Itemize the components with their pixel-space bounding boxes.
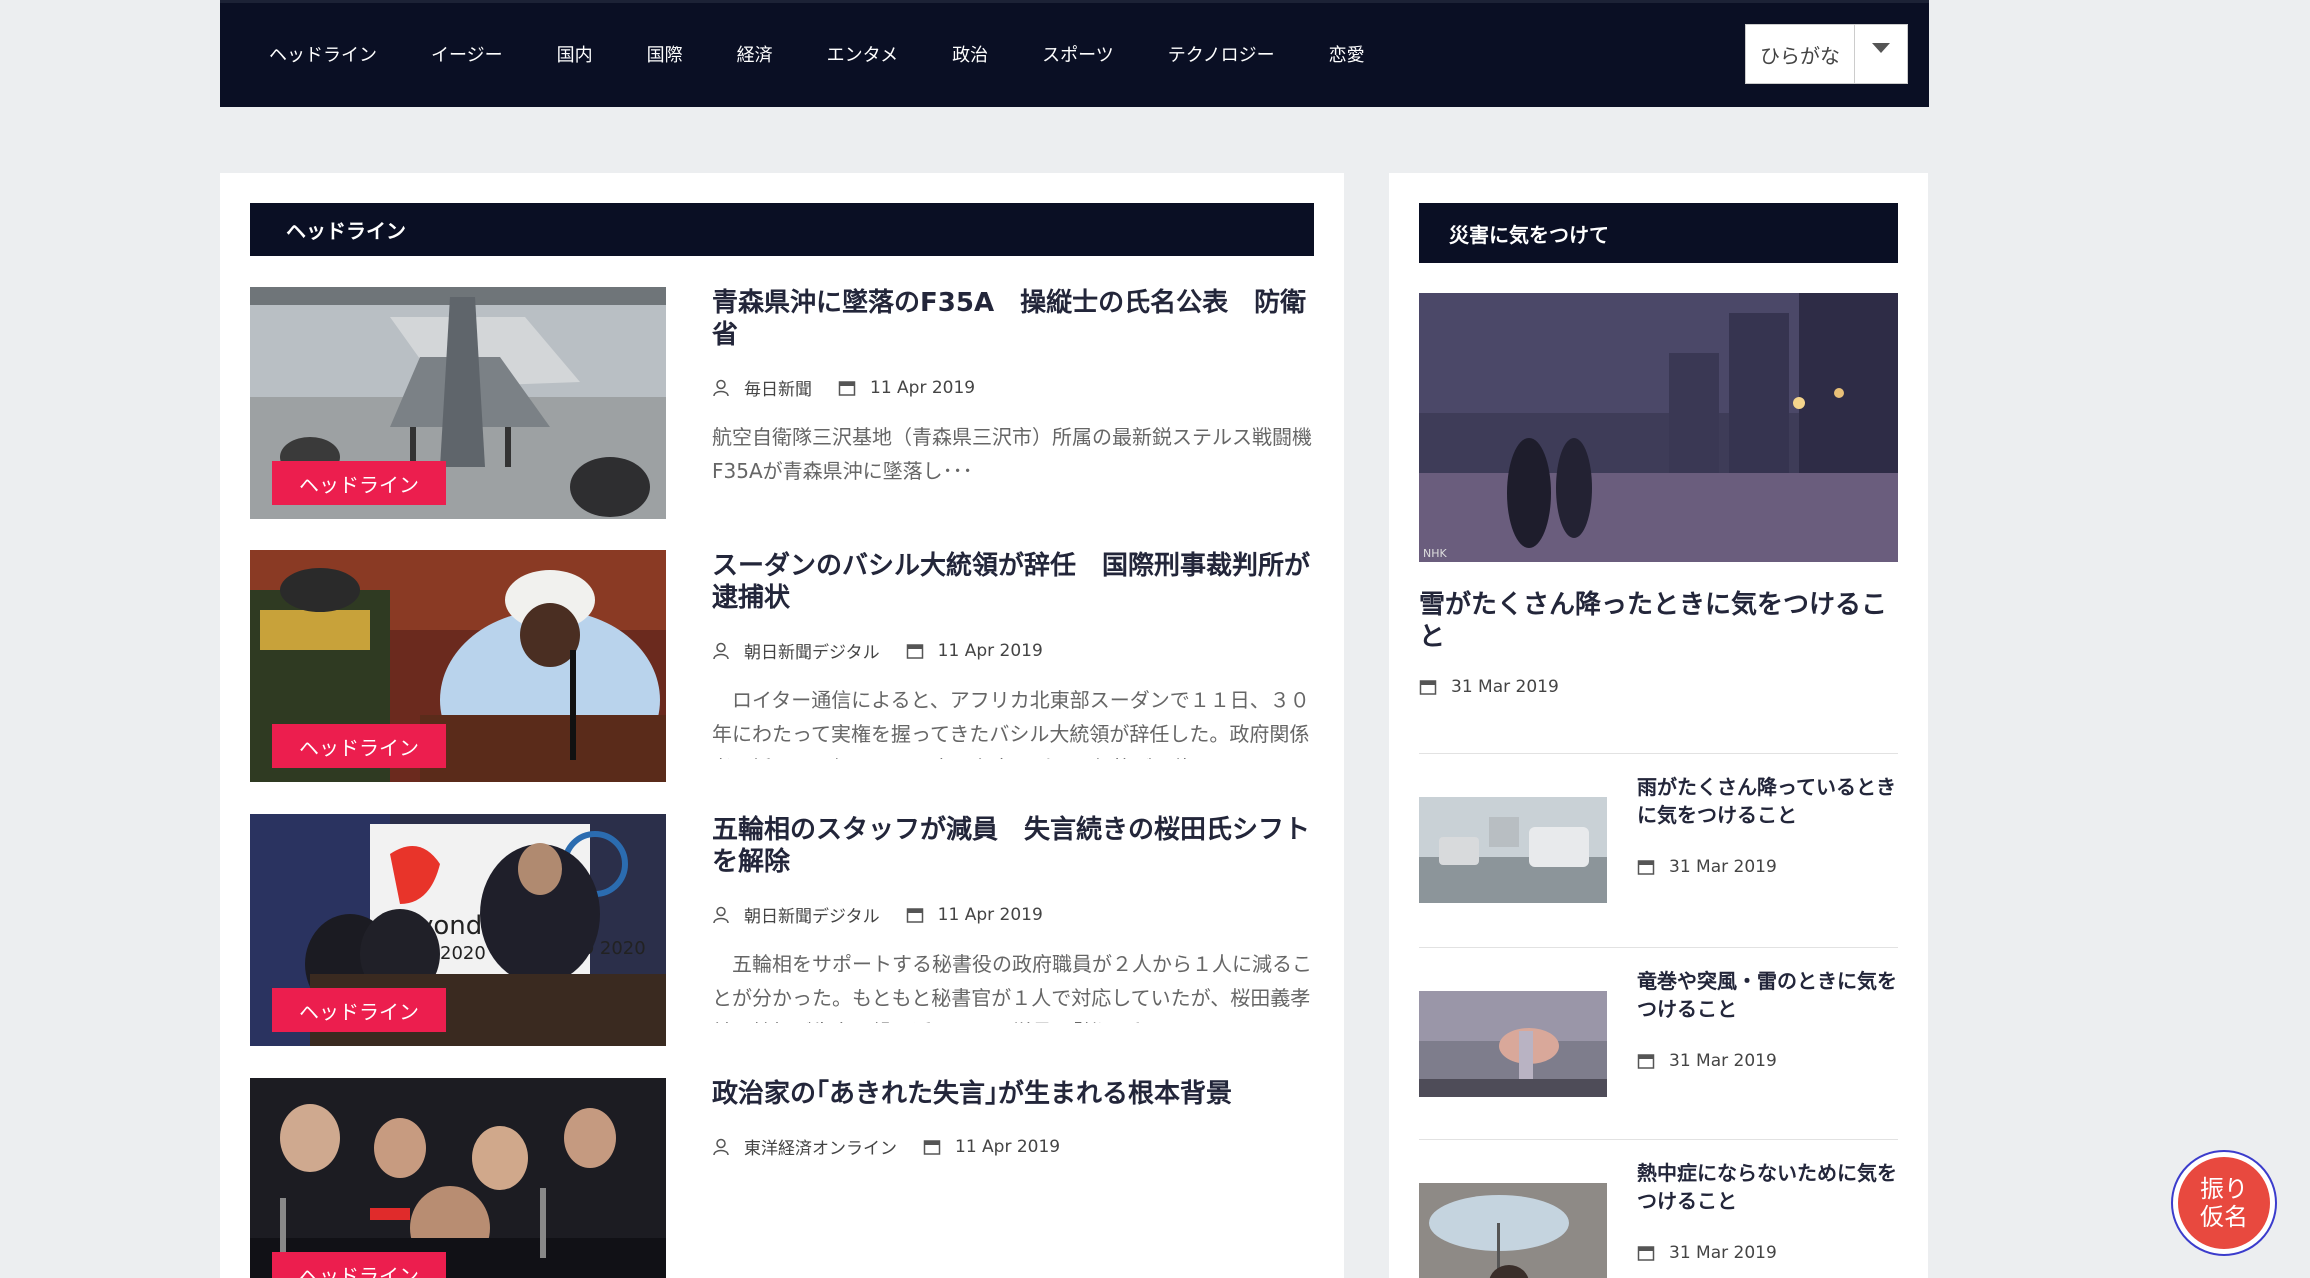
sidebar-item-date: 31 Mar 2019 bbox=[1669, 1051, 1777, 1071]
user-icon bbox=[713, 642, 729, 659]
sidebar-item-date: 31 Mar 2019 bbox=[1669, 1243, 1777, 1263]
featured-image[interactable]: NHK bbox=[1419, 293, 1898, 562]
category-nav: ヘッドライン イージー 国内 国際 経済 エンタメ 政治 スポーツ テクノロジー… bbox=[220, 0, 1419, 107]
article-title[interactable]: スーダンのバシル大統領が辞任 国際刑事裁判所が逮捕状 bbox=[712, 550, 1314, 614]
article-body: 政治家の｢あきれた失言｣が生まれる根本背景 東洋経済オンライン 11 Apr 2… bbox=[712, 1078, 1314, 1278]
furigana-label: 振り 仮名 bbox=[2178, 1157, 2270, 1249]
sidebar-item-meta: 31 Mar 2019 bbox=[1637, 1243, 1777, 1263]
script-select[interactable]: ひらがな bbox=[1745, 24, 1908, 84]
featured-watermark: NHK bbox=[1423, 547, 1448, 560]
sidebar-list-item: 雨がたくさん降っているときに気をつけること 31 Mar 2019 bbox=[1419, 753, 1898, 903]
nav-item-economy[interactable]: 経済 bbox=[737, 41, 773, 67]
nav-item-politics[interactable]: 政治 bbox=[952, 41, 988, 67]
article-body: 五輪相のスタッフが減員 失言続きの桜田氏シフトを解除 朝日新聞デジタル 11 A… bbox=[712, 814, 1314, 1046]
article-source: 朝日新聞デジタル bbox=[744, 643, 880, 663]
article-source: 東洋経済オンライン bbox=[744, 1139, 897, 1159]
divider bbox=[1419, 753, 1898, 754]
article-meta: 毎日新聞 11 Apr 2019 bbox=[712, 375, 1314, 400]
calendar-icon bbox=[1419, 680, 1437, 695]
featured-title[interactable]: 雪がたくさん降ったときに気をつけること bbox=[1419, 589, 1898, 653]
article-body: 青森県沖に墜落のF35A 操縦士の氏名公表 防衛省 毎日新聞 11 Apr 20… bbox=[712, 287, 1314, 519]
calendar-icon bbox=[1637, 860, 1655, 875]
user-icon bbox=[713, 379, 729, 396]
headline-section: ヘッドライン ヘッドライン 青森県沖に墜落のF35A 操縦士の氏名公表 防衛省 bbox=[220, 173, 1344, 1278]
sidebar-item-title[interactable]: 雨がたくさん降っているときに気をつけること bbox=[1637, 773, 1897, 829]
article-title[interactable]: 青森県沖に墜落のF35A 操縦士の氏名公表 防衛省 bbox=[712, 287, 1314, 351]
featured-date: 31 Mar 2019 bbox=[1451, 677, 1559, 697]
sidebar-item-title[interactable]: 竜巻や突風・雷のときに気をつけること bbox=[1637, 967, 1897, 1023]
nav-item-technology[interactable]: テクノロジー bbox=[1168, 41, 1275, 67]
article-date: 11 Apr 2019 bbox=[870, 377, 976, 398]
article-thumbnail[interactable]: ヘッドライン bbox=[250, 1078, 666, 1278]
nav-item-entertainment[interactable]: エンタメ bbox=[827, 41, 898, 67]
calendar-icon bbox=[923, 1139, 941, 1155]
top-navbar: ヘッドライン イージー 国内 国際 経済 エンタメ 政治 スポーツ テクノロジー… bbox=[220, 0, 1929, 107]
article-title[interactable]: 五輪相のスタッフが減員 失言続きの桜田氏シフトを解除 bbox=[712, 814, 1314, 878]
category-badge[interactable]: ヘッドライン bbox=[272, 988, 446, 1032]
sidebar-item-meta: 31 Mar 2019 bbox=[1637, 857, 1777, 877]
calendar-icon bbox=[1637, 1054, 1655, 1069]
calendar-icon bbox=[838, 380, 856, 396]
article-excerpt: 航空自衛隊三沢基地（青森県三沢市）所属の最新鋭ステルス戦闘機F35Aが青森県沖に… bbox=[712, 425, 1312, 483]
article-thumbnail[interactable]: ヘッドライン bbox=[250, 550, 666, 782]
sidebar-item-date: 31 Mar 2019 bbox=[1669, 857, 1777, 877]
thumb-olympic-year: 2020 bbox=[440, 943, 486, 964]
section-heading: ヘッドライン bbox=[250, 203, 1314, 256]
article-card: ヘッドライン スーダンのバシル大統領が辞任 国際刑事裁判所が逮捕状 朝日新聞デジ… bbox=[250, 550, 1314, 782]
divider bbox=[1419, 947, 1898, 948]
nav-item-easy[interactable]: イージー bbox=[431, 41, 503, 67]
category-badge[interactable]: ヘッドライン bbox=[272, 461, 446, 505]
article-source: 朝日新聞デジタル bbox=[744, 907, 880, 927]
divider bbox=[1419, 1139, 1898, 1140]
sidebar-list-item: 熱中症にならないために気をつけること 31 Mar 2019 bbox=[1419, 1139, 1898, 1278]
article-thumbnail[interactable]: yond 2020 YO 2020 ヘッドライン bbox=[250, 814, 666, 1046]
article-card: yond 2020 YO 2020 ヘッドライン 五輪相のスタッフが減員 失言続… bbox=[250, 814, 1314, 1046]
sidebar-item-meta: 31 Mar 2019 bbox=[1637, 1051, 1777, 1071]
user-icon bbox=[713, 1138, 729, 1155]
nav-item-domestic[interactable]: 国内 bbox=[557, 41, 593, 67]
user-icon bbox=[713, 906, 729, 923]
article-title[interactable]: 政治家の｢あきれた失言｣が生まれる根本背景 bbox=[712, 1078, 1314, 1110]
calendar-icon bbox=[906, 643, 923, 659]
furigana-label-line2: 仮名 bbox=[2200, 1203, 2248, 1231]
sidebar-item-title[interactable]: 熱中症にならないために気をつけること bbox=[1637, 1159, 1897, 1215]
article-meta: 朝日新聞デジタル 11 Apr 2019 bbox=[712, 902, 1314, 927]
sidebar-item-image[interactable] bbox=[1419, 797, 1607, 903]
article-meta: 朝日新聞デジタル 11 Apr 2019 bbox=[712, 638, 1314, 663]
furigana-toggle-button[interactable]: 振り 仮名 bbox=[2171, 1150, 2277, 1256]
sidebar-heading: 災害に気をつけて bbox=[1419, 203, 1898, 263]
chevron-down-icon[interactable] bbox=[1854, 25, 1907, 83]
article-date: 11 Apr 2019 bbox=[955, 1136, 1061, 1157]
article-date: 11 Apr 2019 bbox=[937, 640, 1043, 661]
article-source: 毎日新聞 bbox=[744, 380, 812, 400]
disaster-sidebar: 災害に気をつけて NHK 雪がたくさん降ったときに気をつけること 31 Mar … bbox=[1389, 173, 1928, 1278]
calendar-icon bbox=[1637, 1246, 1655, 1261]
article-date: 11 Apr 2019 bbox=[937, 904, 1043, 925]
nav-item-love[interactable]: 恋愛 bbox=[1329, 41, 1365, 67]
furigana-label-line1: 振り bbox=[2200, 1175, 2248, 1203]
article-thumbnail[interactable]: ヘッドライン bbox=[250, 287, 666, 519]
article-excerpt: 五輪相をサポートする秘書役の政府職員が２人から１人に減ることが分かった。もともと… bbox=[712, 952, 1312, 1023]
article-card: ヘッドライン 青森県沖に墜落のF35A 操縦士の氏名公表 防衛省 毎日新聞 11… bbox=[250, 287, 1314, 519]
sidebar-list-item: 竜巻や突風・雷のときに気をつけること 31 Mar 2019 bbox=[1419, 947, 1898, 1097]
calendar-icon bbox=[906, 907, 923, 923]
sidebar-item-image[interactable] bbox=[1419, 991, 1607, 1097]
article-body: スーダンのバシル大統領が辞任 国際刑事裁判所が逮捕状 朝日新聞デジタル 11 A… bbox=[712, 550, 1314, 782]
nav-item-international[interactable]: 国際 bbox=[647, 41, 683, 67]
article-meta: 東洋経済オンライン 11 Apr 2019 bbox=[712, 1134, 1314, 1159]
sidebar-item-image[interactable] bbox=[1419, 1183, 1607, 1278]
category-badge[interactable]: ヘッドライン bbox=[272, 724, 446, 768]
article-card: ヘッドライン 政治家の｢あきれた失言｣が生まれる根本背景 東洋経済オンライン 1… bbox=[250, 1078, 1314, 1278]
nav-item-sports[interactable]: スポーツ bbox=[1042, 41, 1114, 67]
featured-meta: 31 Mar 2019 bbox=[1419, 677, 1559, 697]
nav-item-headline[interactable]: ヘッドライン bbox=[269, 41, 377, 67]
script-select-value: ひらがな bbox=[1760, 43, 1840, 68]
category-badge[interactable]: ヘッドライン bbox=[272, 1252, 446, 1278]
article-excerpt: ロイター通信によると、アフリカ北東部スーダンで１１日、３０年にわたって実権を握っ… bbox=[712, 688, 1310, 759]
